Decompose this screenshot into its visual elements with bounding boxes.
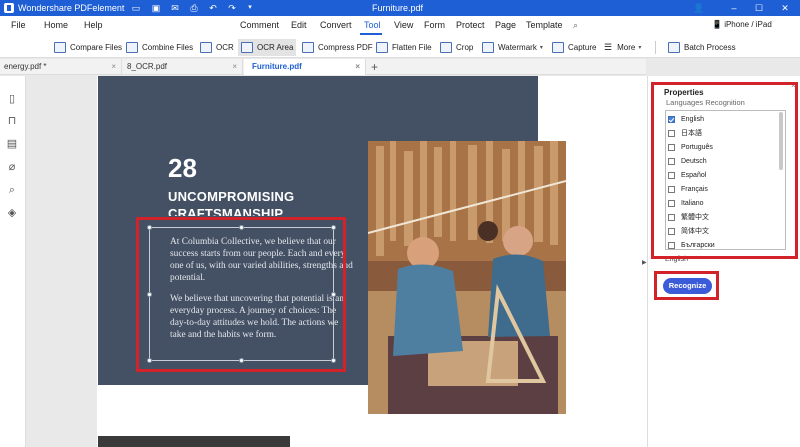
toolbar-divider [655, 41, 656, 54]
ocr-area-button[interactable]: OCR Area [238, 39, 297, 56]
compare-files-button[interactable]: Compare Files [54, 39, 122, 56]
chevron-down-icon: ▾ [638, 45, 642, 51]
next-page-thumbnail [98, 436, 290, 447]
properties-panel: ▶ × Properties Languages Recognition Eng… [642, 76, 800, 447]
compress-icon [302, 42, 314, 53]
title-bar: Wondershare PDFelement ▭ ▣ ✉ ⎙ ↶ ↷ ▾ Fur… [0, 0, 800, 16]
tab-label: Furniture.pdf [252, 62, 302, 71]
bookmark-icon[interactable]: ⊓ [5, 114, 19, 128]
search-icon[interactable]: ⌕ [5, 183, 19, 197]
combine-icon [126, 42, 138, 53]
menu-view[interactable]: View [394, 20, 413, 30]
crop-label: Crop [456, 43, 474, 52]
device-label: iPhone / iPad [724, 20, 772, 29]
collapse-panel-icon[interactable]: ▶ [642, 259, 647, 266]
app-name: Wondershare PDFelement [18, 3, 125, 13]
highlight-frame-text [136, 217, 346, 372]
thumbnails-icon[interactable]: ▯ [5, 92, 19, 106]
save-icon[interactable]: ▣ [150, 2, 162, 14]
chevron-down-icon: ▾ [539, 45, 543, 51]
menu-lines-icon: ☰ [604, 42, 613, 52]
tab-label: energy.pdf * [4, 62, 47, 71]
tab-label: 8_OCR.pdf [127, 62, 168, 71]
batch-process-label: Batch Process [684, 43, 736, 52]
redo-icon[interactable]: ↷ [226, 2, 238, 14]
batch-icon [668, 42, 680, 53]
tab-energy[interactable]: energy.pdf * × [0, 59, 122, 75]
capture-label: Capture [568, 43, 597, 52]
app-logo-icon [4, 3, 14, 13]
document-title: Furniture.pdf [372, 3, 424, 13]
comment-icon[interactable]: ▤ [5, 137, 19, 151]
compress-pdf-button[interactable]: Compress PDF [302, 39, 373, 56]
watermark-label: Watermark [498, 43, 537, 52]
maximize-icon[interactable]: ☐ [750, 1, 768, 15]
capture-icon [552, 42, 564, 53]
menu-form[interactable]: Form [424, 20, 445, 30]
undo-icon[interactable]: ↶ [207, 2, 219, 14]
watermark-button[interactable]: Watermark ▾ [482, 39, 543, 56]
minimize-icon[interactable]: – [725, 1, 743, 15]
menu-page[interactable]: Page [495, 20, 516, 30]
folder-icon[interactable]: ▭ [130, 2, 142, 14]
menu-convert[interactable]: Convert [320, 20, 352, 30]
tab-bar: energy.pdf * × 8_OCR.pdf × Furniture.pdf × … [0, 59, 646, 75]
menu-tool[interactable]: Tool [364, 20, 381, 30]
flatten-file-label: Flatten File [392, 43, 432, 52]
combine-files-label: Combine Files [142, 43, 194, 52]
new-tab-icon[interactable]: + [371, 59, 378, 75]
attachment-icon[interactable]: ⌀ [5, 160, 19, 174]
menu-template[interactable]: Template [526, 20, 563, 30]
more-button[interactable]: ☰ More ▾ [604, 39, 641, 56]
menu-edit[interactable]: Edit [291, 20, 307, 30]
batch-process-button[interactable]: Batch Process [668, 39, 736, 56]
ocr-button[interactable]: OCR [200, 39, 234, 56]
dropdown-icon[interactable]: ▾ [244, 2, 256, 14]
tab-furniture[interactable]: Furniture.pdf × [244, 59, 366, 75]
left-sidebar: ▯ ⊓ ▤ ⌀ ⌕ ◈ ▶ [0, 76, 33, 447]
ocr-area-label: OCR Area [257, 43, 294, 52]
highlight-frame-languages [651, 82, 798, 259]
ocr-area-icon [241, 42, 253, 53]
flatten-icon [376, 42, 388, 53]
heading-line2: CRAFTSMANSHIP [168, 206, 284, 216]
close-tab-icon[interactable]: × [355, 59, 360, 75]
menu-help[interactable]: Help [84, 20, 103, 30]
close-icon[interactable]: ✕ [776, 1, 794, 15]
flatten-file-button[interactable]: Flatten File [376, 39, 432, 56]
ocr-icon [200, 42, 212, 53]
active-menu-indicator [360, 33, 382, 35]
crop-button[interactable]: Crop [440, 39, 473, 56]
menu-file[interactable]: File [11, 20, 26, 30]
document-viewer[interactable]: 28 UNCOMPROMISING CRAFTSMANSHIP At Colum… [27, 76, 665, 447]
tab-8-ocr[interactable]: 8_OCR.pdf × [123, 59, 243, 75]
highlight-frame-recognize [654, 271, 719, 300]
ocr-label: OCR [216, 43, 234, 52]
search-icon[interactable]: ⌕ [573, 20, 578, 31]
device-link[interactable]: 📱 iPhone / iPad [712, 20, 772, 29]
compare-files-label: Compare Files [70, 43, 123, 52]
capture-button[interactable]: Capture [552, 39, 596, 56]
menu-comment[interactable]: Comment [240, 20, 279, 30]
close-tab-icon[interactable]: × [232, 59, 237, 75]
menu-protect[interactable]: Protect [456, 20, 485, 30]
close-tab-icon[interactable]: × [111, 59, 116, 75]
menu-home[interactable]: Home [44, 20, 68, 30]
craftsmen-photo [368, 141, 566, 414]
account-icon[interactable]: 👤 [690, 1, 708, 15]
crop-icon [440, 42, 452, 53]
layers-icon[interactable]: ◈ [5, 206, 19, 220]
heading-line1: UNCOMPROMISING [168, 189, 295, 204]
combine-files-button[interactable]: Combine Files [126, 39, 193, 56]
toolbar: Compare Files Combine Files OCR OCR Area… [0, 36, 800, 58]
menu-bar: File Home Help Comment Edit Convert Tool… [0, 16, 800, 36]
compare-icon [54, 42, 66, 53]
compress-pdf-label: Compress PDF [318, 43, 373, 52]
mail-icon[interactable]: ✉ [169, 2, 181, 14]
watermark-icon [482, 42, 494, 53]
more-label: More [617, 43, 636, 52]
print-icon[interactable]: ⎙ [188, 2, 200, 14]
page-number-heading: 28 [168, 153, 197, 183]
